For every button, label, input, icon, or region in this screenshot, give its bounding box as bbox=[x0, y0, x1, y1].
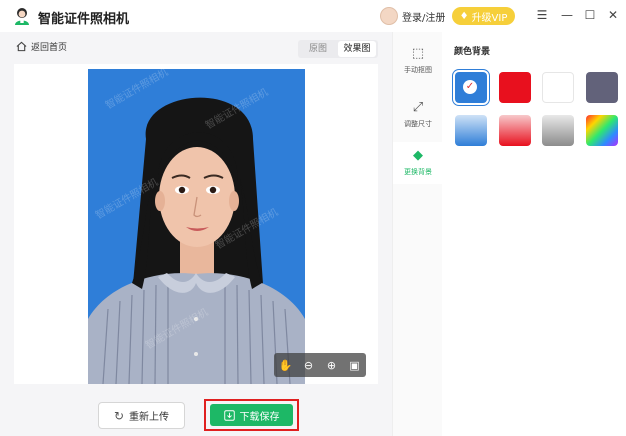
zoom-toolbar: ✋ ⊖ ⊕ ▣ bbox=[274, 353, 366, 377]
fit-icon[interactable]: ▣ bbox=[347, 359, 363, 372]
tool-tabs: ⬚ 手动抠图 ⤢ 调整尺寸 ◆ 更换背景 bbox=[392, 32, 444, 436]
swatch-red[interactable] bbox=[499, 72, 531, 103]
diamond-icon: ♦ bbox=[459, 10, 469, 22]
crop-select-icon: ⬚ bbox=[411, 46, 425, 61]
swatch-white[interactable] bbox=[542, 72, 574, 103]
tool-change-background[interactable]: ◆ 更换背景 bbox=[393, 142, 443, 184]
tab-original[interactable]: 原图 bbox=[300, 41, 336, 57]
tool-label: 更换背景 bbox=[404, 168, 432, 176]
minimize-icon[interactable]: — bbox=[560, 8, 574, 22]
view-toggle: 原图 效果图 bbox=[298, 40, 378, 58]
work-area: 返回首页 原图 效果图 智能证件照相机 智能证件照相机 智能证件照相机 智能证件… bbox=[0, 32, 392, 436]
back-home-label: 返回首页 bbox=[31, 43, 68, 53]
vip-label: 升级VIP bbox=[471, 12, 508, 24]
zoom-out-icon[interactable]: ⊖ bbox=[301, 359, 317, 372]
app-logo-icon bbox=[15, 8, 29, 25]
reupload-label: 重新上传 bbox=[129, 412, 170, 423]
refresh-icon: ↻ bbox=[113, 408, 125, 423]
close-icon[interactable]: ✕ bbox=[606, 8, 620, 22]
home-icon bbox=[16, 41, 27, 52]
photo-canvas: 智能证件照相机 智能证件照相机 智能证件照相机 智能证件照相机 智能证件照相机 bbox=[14, 64, 378, 384]
download-highlight: 下载保存 bbox=[204, 399, 299, 431]
resize-icon: ⤢ bbox=[412, 100, 424, 115]
hand-icon[interactable]: ✋ bbox=[278, 359, 294, 372]
check-icon: ✓ bbox=[463, 80, 477, 94]
menu-icon[interactable]: ☰ bbox=[535, 8, 549, 22]
upgrade-vip-button[interactable]: ♦ 升级VIP bbox=[452, 7, 515, 25]
swatch-blue[interactable]: ✓ bbox=[455, 72, 487, 103]
tab-result[interactable]: 效果图 bbox=[338, 41, 376, 57]
swatch-blue-gradient[interactable] bbox=[455, 115, 487, 146]
download-icon bbox=[223, 409, 235, 421]
download-button[interactable]: 下载保存 bbox=[210, 404, 293, 426]
paint-bucket-icon: ◆ bbox=[413, 148, 423, 163]
avatar bbox=[380, 7, 398, 25]
tool-label: 调整尺寸 bbox=[404, 120, 432, 128]
download-label: 下载保存 bbox=[239, 411, 280, 423]
tool-resize[interactable]: ⤢ 调整尺寸 bbox=[393, 94, 443, 136]
zoom-in-icon[interactable]: ⊕ bbox=[324, 359, 340, 372]
portrait-image: 智能证件照相机 智能证件照相机 智能证件照相机 智能证件照相机 智能证件照相机 bbox=[88, 69, 305, 384]
panel-title: 颜色背景 bbox=[454, 47, 491, 57]
tool-manual-cutout[interactable]: ⬚ 手动抠图 bbox=[393, 40, 443, 82]
tool-label: 手动抠图 bbox=[404, 66, 432, 74]
app-title: 智能证件照相机 bbox=[38, 12, 130, 27]
title-bar: 智能证件照相机 登录/注册 ♦ 升级VIP ☰ — ☐ ✕ bbox=[0, 0, 626, 32]
swatch-gray-gradient[interactable] bbox=[542, 115, 574, 146]
background-color-panel: 颜色背景 ✓ bbox=[442, 32, 626, 436]
swatch-rainbow[interactable] bbox=[586, 115, 618, 146]
back-home-link[interactable]: 返回首页 bbox=[16, 40, 67, 53]
login-button[interactable]: 登录/注册 bbox=[380, 7, 445, 25]
maximize-icon[interactable]: ☐ bbox=[583, 8, 597, 22]
swatch-red-gradient[interactable] bbox=[499, 115, 531, 146]
swatch-gray-blue[interactable] bbox=[586, 72, 618, 103]
reupload-button[interactable]: ↻ 重新上传 bbox=[98, 402, 185, 429]
login-label: 登录/注册 bbox=[402, 12, 446, 24]
id-photo: 智能证件照相机 智能证件照相机 智能证件照相机 智能证件照相机 智能证件照相机 bbox=[88, 69, 305, 384]
